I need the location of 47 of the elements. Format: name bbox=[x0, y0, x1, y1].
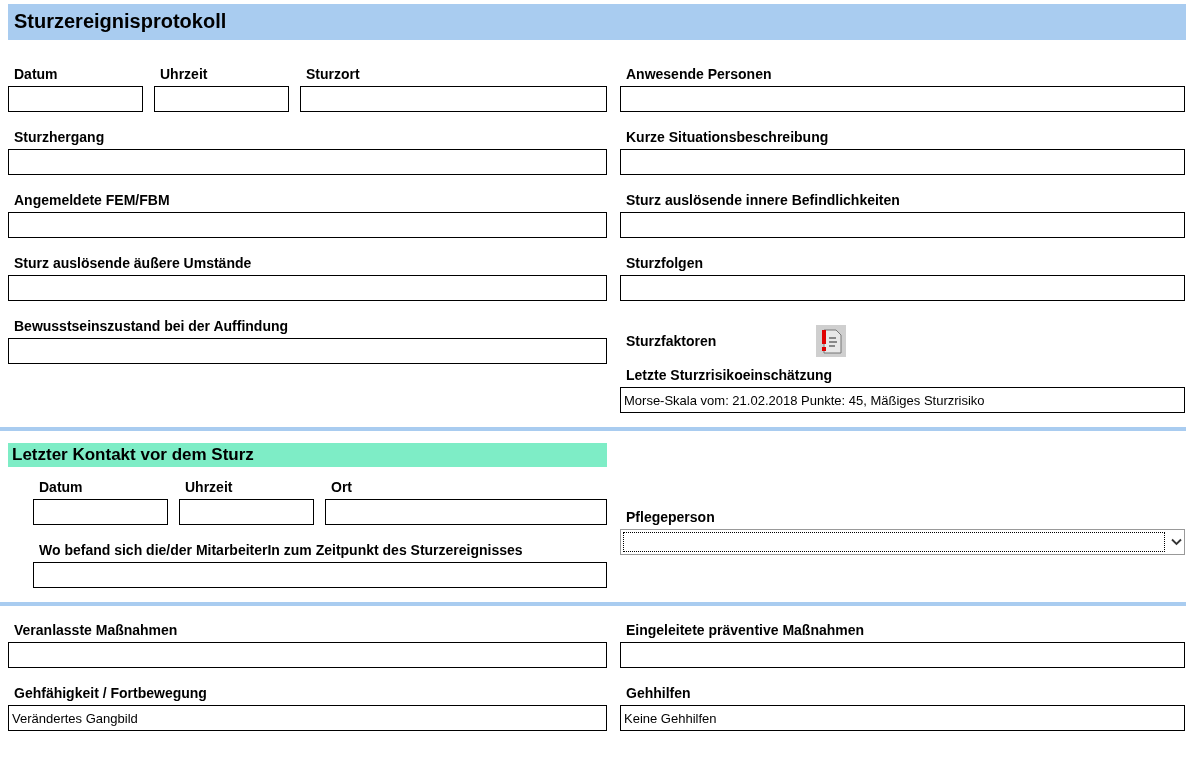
field-label: Bewusstseinszustand bei der Auffindung bbox=[13, 318, 290, 334]
field-label: Datum bbox=[38, 479, 84, 495]
input-field[interactable] bbox=[179, 499, 314, 525]
field-label: Uhrzeit bbox=[159, 66, 209, 82]
input-field[interactable]: Keine Gehhilfen bbox=[620, 705, 1185, 731]
input-field[interactable]: Morse-Skala vom: 21.02.2018 Punkte: 45, Mäßiges Sturzrisiko bbox=[620, 387, 1185, 413]
field-label: Ort bbox=[330, 479, 353, 495]
input-field[interactable] bbox=[620, 149, 1185, 175]
person-dropdown[interactable] bbox=[620, 529, 1185, 555]
input-field[interactable] bbox=[8, 275, 607, 301]
field-label: Wo befand sich die/der MitarbeiterIn zum Zeitpunkt des Sturzereignisses bbox=[38, 542, 524, 558]
field-label: Sturzort bbox=[305, 66, 361, 82]
input-field[interactable] bbox=[154, 86, 289, 112]
field-label: Anwesende Personen bbox=[625, 66, 773, 82]
field-label: Gehhilfen bbox=[625, 685, 692, 701]
input-field[interactable] bbox=[33, 562, 607, 588]
input-field[interactable] bbox=[33, 499, 168, 525]
input-field[interactable] bbox=[620, 642, 1185, 668]
field-label: Eingeleitete präventive Maßnahmen bbox=[625, 622, 866, 638]
field-label: Pflegeperson bbox=[625, 509, 716, 525]
input-field[interactable] bbox=[620, 212, 1185, 238]
field-label: Letzte Sturzrisikoeinschätzung bbox=[625, 367, 834, 383]
field-label: Angemeldete FEM/FBM bbox=[13, 192, 171, 208]
input-field[interactable] bbox=[8, 642, 607, 668]
field-label: Sturzfolgen bbox=[625, 255, 704, 271]
input-field[interactable] bbox=[8, 212, 607, 238]
field-label: Sturz auslösende äußere Umstände bbox=[13, 255, 253, 271]
field-label: Sturz auslösende innere Befindlichkeiten bbox=[625, 192, 901, 208]
input-field[interactable] bbox=[325, 499, 607, 525]
input-field[interactable] bbox=[620, 275, 1185, 301]
input-field[interactable] bbox=[8, 338, 607, 364]
field-label: Uhrzeit bbox=[184, 479, 234, 495]
field-label: Datum bbox=[13, 66, 59, 82]
field-label: Kurze Situationsbeschreibung bbox=[625, 129, 830, 145]
input-field[interactable] bbox=[620, 86, 1185, 112]
field-label: Sturzfaktoren bbox=[625, 333, 718, 349]
page-title: Sturzereignisprotokoll bbox=[8, 4, 1186, 40]
document-alert-icon[interactable] bbox=[816, 325, 846, 357]
input-field[interactable]: Verändertes Gangbild bbox=[8, 705, 607, 731]
input-field[interactable] bbox=[8, 149, 607, 175]
input-field[interactable] bbox=[8, 86, 143, 112]
field-label: Sturzhergang bbox=[13, 129, 106, 145]
input-field[interactable] bbox=[300, 86, 607, 112]
section-heading: Letzter Kontakt vor dem Sturz bbox=[8, 443, 607, 467]
field-label: Gehfähigkeit / Fortbewegung bbox=[13, 685, 208, 701]
field-label: Veranlasste Maßnahmen bbox=[13, 622, 179, 638]
chevron-down-icon bbox=[1171, 538, 1182, 546]
